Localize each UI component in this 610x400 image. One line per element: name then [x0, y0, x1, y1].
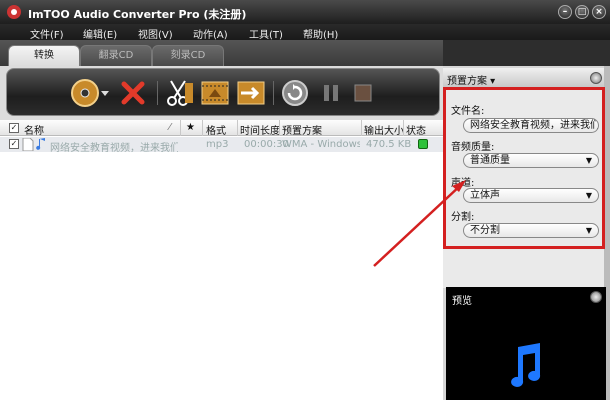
export-icon[interactable]	[235, 77, 267, 109]
select-all-checkbox[interactable]: ✓	[9, 123, 19, 133]
add-segment-icon[interactable]	[199, 77, 231, 109]
music-note-icon	[36, 138, 45, 150]
annotation-highlight-box	[443, 87, 605, 249]
sort-indicator-icon: ⁄	[169, 122, 171, 133]
preview-label: 预览	[452, 296, 472, 307]
app-icon	[7, 5, 21, 19]
maximize-button[interactable]: □	[575, 5, 589, 19]
preset-label: 预置方案 ▾	[447, 76, 496, 87]
row-size: 470.5 KB	[366, 139, 412, 150]
column-star[interactable]: ★	[186, 122, 195, 133]
pause-icon[interactable]	[315, 77, 347, 109]
column-output-size[interactable]: 输出大小	[364, 122, 404, 137]
window-title: ImTOO Audio Converter Pro (未注册)	[28, 8, 247, 21]
close-button[interactable]: ×	[592, 5, 606, 19]
preview-play-icon[interactable]	[590, 291, 602, 303]
toolbar-separator	[273, 81, 274, 105]
menu-edit[interactable]: 编辑(E)	[83, 26, 117, 41]
column-status[interactable]: 状态	[406, 122, 426, 137]
title-bar: ImTOO Audio Converter Pro (未注册) – □ ×	[0, 0, 610, 24]
preset-header[interactable]: 预置方案 ▾	[443, 68, 610, 88]
tab-rip-cd[interactable]: 翻录CD	[80, 45, 152, 66]
tab-burn-cd[interactable]: 刻录CD	[152, 45, 224, 66]
menu-view[interactable]: 视图(V)	[138, 26, 173, 41]
column-divider	[361, 120, 362, 136]
add-cd-icon[interactable]	[69, 77, 101, 109]
column-divider	[237, 120, 238, 136]
column-divider	[202, 120, 203, 136]
row-format: mp3	[206, 139, 229, 150]
toolbar-area	[0, 66, 443, 120]
minimize-button[interactable]: –	[558, 5, 572, 19]
menu-tools[interactable]: 工具(T)	[249, 26, 283, 41]
menu-bar: 文件(F) 编辑(E) 视图(V) 动作(A) 工具(T) 帮助(H)	[0, 24, 610, 41]
app-window: ImTOO Audio Converter Pro (未注册) – □ × 文件…	[0, 0, 610, 400]
column-name[interactable]: 名称	[24, 122, 44, 137]
menu-file[interactable]: 文件(F)	[30, 26, 64, 41]
toolbar	[6, 68, 440, 116]
menu-action[interactable]: 动作(A)	[193, 26, 228, 41]
tab-convert[interactable]: 转换	[8, 45, 80, 66]
row-name: 网络安全教育视频，进来我们一...	[50, 143, 178, 154]
chevron-down-icon: ▾	[487, 76, 496, 87]
tab-bar: 转换 翻录CD 刻录CD	[0, 40, 443, 66]
music-note-icon	[511, 343, 541, 387]
stop-icon[interactable]	[347, 77, 379, 109]
play-icon[interactable]	[590, 72, 602, 84]
file-icon	[22, 138, 34, 151]
column-format[interactable]: 格式	[206, 122, 226, 137]
column-divider	[180, 120, 181, 136]
file-list-header: ✓ 名称 ⁄ ★ 格式 时间长度 预置方案 输出大小 状态	[0, 120, 443, 137]
table-row[interactable]: ✓ 网络安全教育视频，进来我们一... mp3 00:00:30 WMA - W…	[0, 137, 443, 154]
column-divider	[403, 120, 404, 136]
row-checkbox[interactable]: ✓	[9, 139, 19, 149]
column-duration[interactable]: 时间长度	[240, 122, 280, 137]
preview-pane: 预览	[446, 287, 606, 400]
delete-icon[interactable]	[117, 77, 149, 109]
menu-help[interactable]: 帮助(H)	[303, 26, 338, 41]
status-indicator-icon	[418, 139, 428, 149]
refresh-icon[interactable]	[279, 77, 311, 109]
column-preset[interactable]: 预置方案	[282, 122, 322, 137]
column-divider	[279, 120, 280, 136]
row-preset: WMA - Windows...	[282, 139, 360, 150]
toolbar-separator	[157, 81, 158, 105]
cut-icon[interactable]	[163, 77, 195, 109]
file-list: ✓ 名称 ⁄ ★ 格式 时间长度 预置方案 输出大小 状态 ✓ 网络安全教育视频…	[0, 120, 443, 400]
dropdown-arrow-icon[interactable]	[99, 77, 111, 109]
